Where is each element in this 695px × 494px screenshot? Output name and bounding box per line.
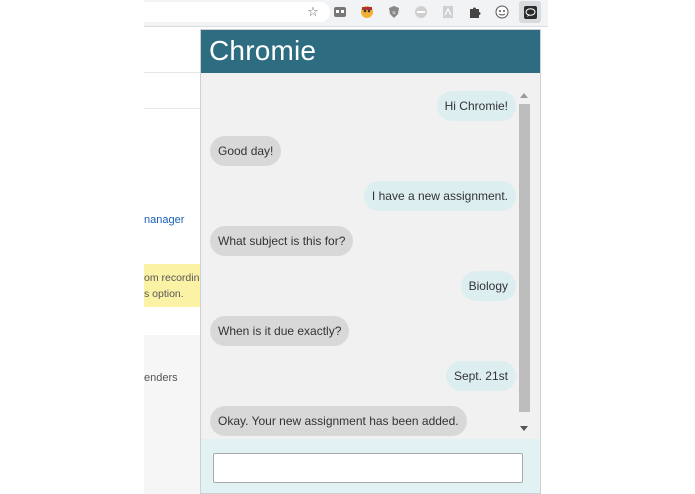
scrollbar-thumb[interactable] xyxy=(519,104,530,412)
chat-log[interactable]: Hi Chromie! Good day! I have a new assig… xyxy=(201,73,540,439)
puzzle-icon[interactable] xyxy=(467,4,483,20)
message-input[interactable] xyxy=(213,453,523,483)
svg-text:u: u xyxy=(392,10,395,16)
extension-icon[interactable] xyxy=(413,4,429,20)
user-message: Sept. 21st xyxy=(445,361,516,391)
notice-text: om recording xyxy=(144,272,202,284)
divider xyxy=(144,72,202,73)
user-message: I have a new assignment. xyxy=(363,181,516,211)
extension-icon[interactable] xyxy=(332,4,348,20)
pdf-icon[interactable] xyxy=(440,4,456,20)
popup-title: Chromie xyxy=(209,35,317,66)
bot-message: Good day! xyxy=(210,136,282,166)
notice-text: s option. xyxy=(144,288,184,300)
face-icon[interactable] xyxy=(494,4,510,20)
bot-message: Okay. Your new assignment has been added… xyxy=(210,406,467,436)
divider xyxy=(144,108,202,109)
section-text: enders xyxy=(144,372,178,384)
shield-icon[interactable]: u xyxy=(386,4,402,20)
scroll-up-icon[interactable] xyxy=(520,93,528,98)
chromie-popup: Chromie Hi Chromie! Good day! I have a n… xyxy=(200,29,541,494)
extension-icon[interactable] xyxy=(359,4,375,20)
popup-header: Chromie xyxy=(201,30,540,73)
chat-icon[interactable] xyxy=(522,4,538,20)
address-bar[interactable] xyxy=(144,2,330,22)
notice-banner: om recording s option. xyxy=(144,264,202,307)
background-link[interactable]: nanager xyxy=(144,214,184,226)
star-icon[interactable]: ☆ xyxy=(305,4,321,20)
scroll-down-icon[interactable] xyxy=(520,426,528,431)
bot-message: What subject is this for? xyxy=(210,226,354,256)
bot-message: When is it due exactly? xyxy=(210,316,350,346)
background-section xyxy=(144,335,202,494)
user-message: Biology xyxy=(460,271,516,301)
input-area xyxy=(201,439,540,493)
user-message: Hi Chromie! xyxy=(436,91,516,121)
